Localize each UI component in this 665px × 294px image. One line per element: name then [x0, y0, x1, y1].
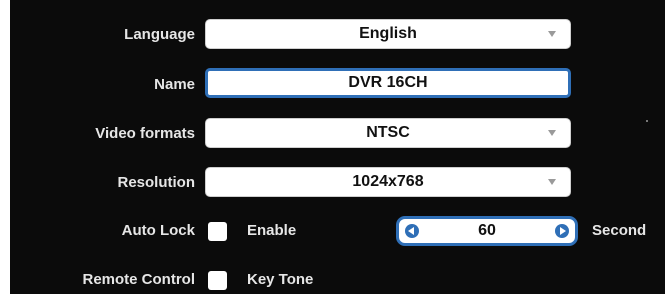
auto-lock-seconds-spinner[interactable]: 60 — [396, 216, 578, 246]
key-tone-checkbox[interactable] — [208, 271, 227, 290]
name-value: DVR 16CH — [348, 74, 428, 91]
chevron-down-icon — [548, 31, 556, 37]
video-formats-label: Video formats — [95, 125, 195, 142]
screen-speck — [646, 120, 648, 122]
auto-lock-enable-checkbox[interactable] — [208, 222, 227, 241]
key-tone-label: Key Tone — [247, 271, 314, 288]
chevron-down-icon — [548, 179, 556, 185]
remote-control-label: Remote Control — [82, 271, 196, 288]
resolution-value: 1024x768 — [352, 173, 424, 190]
name-input[interactable]: DVR 16CH — [205, 68, 571, 98]
auto-lock-seconds-value: 60 — [478, 222, 496, 239]
chevron-down-icon — [548, 130, 556, 136]
resolution-label: Resolution — [117, 174, 196, 191]
video-formats-select[interactable]: NTSC — [205, 118, 571, 148]
auto-lock-unit-label: Second — [592, 222, 647, 239]
resolution-select[interactable]: 1024x768 — [205, 167, 571, 197]
name-label: Name — [154, 76, 195, 93]
language-value: English — [359, 25, 417, 42]
arrow-right-icon[interactable] — [555, 224, 569, 238]
language-select[interactable]: English — [205, 19, 571, 49]
auto-lock-label: Auto Lock — [121, 222, 195, 239]
video-formats-value: NTSC — [366, 124, 410, 141]
settings-panel: Language English Name DVR 16CH Video for… — [10, 0, 665, 294]
language-label: Language — [124, 26, 195, 43]
auto-lock-enable-label: Enable — [247, 222, 297, 239]
arrow-left-icon[interactable] — [405, 224, 419, 238]
